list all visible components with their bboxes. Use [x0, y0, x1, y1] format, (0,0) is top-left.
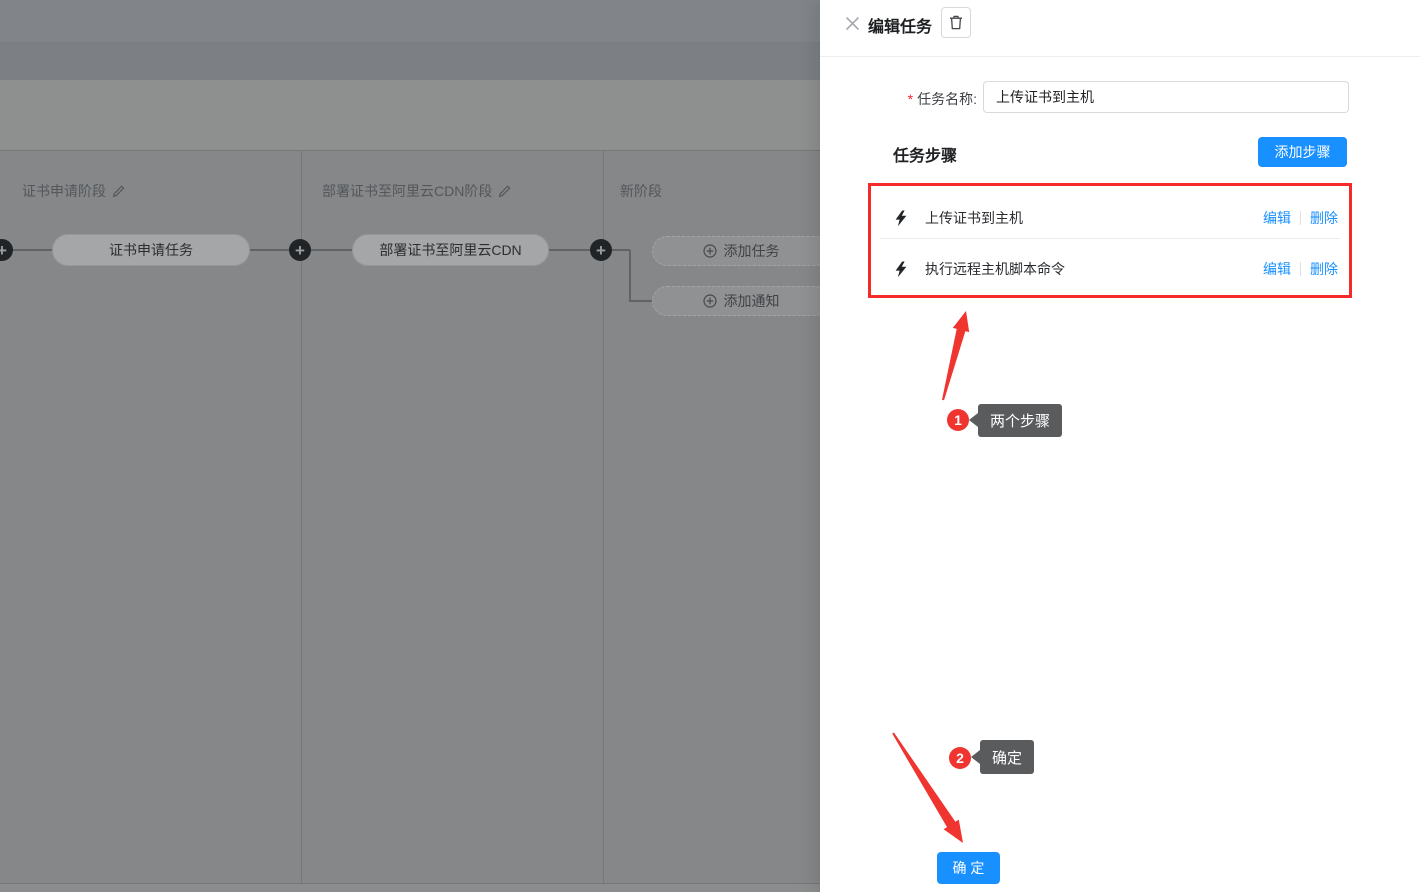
add-notification-button[interactable]: 添加通知	[652, 286, 820, 316]
add-stage-button[interactable]: +	[289, 239, 311, 261]
trash-icon	[948, 14, 964, 31]
sub-navbar	[0, 42, 820, 80]
task-name-label-text: 任务名称:	[917, 91, 977, 107]
circle-plus-icon	[703, 294, 717, 308]
annotation-badge-2: 2	[949, 747, 971, 769]
stage-divider	[603, 151, 604, 884]
stage-title-2: 部署证书至阿里云CDN阶段	[322, 181, 511, 201]
steps-section-heading: 任务步骤	[893, 142, 957, 166]
step-name: 执行远程主机脚本命令	[925, 259, 1263, 279]
step-divider	[880, 238, 1340, 239]
task-node-label: 部署证书至阿里云CDN	[379, 240, 521, 260]
stage-title-3-label: 新阶段	[620, 181, 662, 201]
top-navbar	[0, 0, 820, 42]
plus-icon: +	[0, 242, 7, 259]
step-name: 上传证书到主机	[925, 208, 1263, 228]
step-delete-link[interactable]: 删除	[1310, 259, 1338, 279]
required-mark: *	[908, 91, 913, 107]
stage-title-2-label: 部署证书至阿里云CDN阶段	[322, 181, 492, 201]
step-delete-link[interactable]: 删除	[1310, 208, 1338, 228]
app-root: 证书申请阶段 部署证书至阿里云CDN阶段 新阶段 证书申请任务 部署证书至阿里云…	[0, 0, 1420, 892]
annotation-badge-1: 1	[947, 409, 969, 431]
delete-task-button[interactable]	[941, 7, 971, 38]
close-icon[interactable]	[842, 13, 862, 33]
edit-task-drawer: 编辑任务 *任务名称: 任务步骤 添加步骤 上传证书到主机 编辑 删除	[820, 0, 1420, 892]
branch-connector-horizontal	[629, 300, 653, 302]
plus-icon: +	[596, 242, 606, 259]
stage-title-1-label: 证书申请阶段	[22, 181, 106, 201]
step-row[interactable]: 执行远程主机脚本命令 编辑 删除	[880, 250, 1340, 288]
add-stage-button[interactable]: +	[590, 239, 612, 261]
lightning-icon	[894, 261, 908, 278]
drawer-title: 编辑任务	[868, 13, 932, 37]
annotation-tooltip-steps: 两个步骤	[978, 404, 1062, 437]
stage-title-1: 证书申请阶段	[22, 181, 125, 201]
confirm-button[interactable]: 确 定	[937, 852, 1000, 884]
lightning-icon	[894, 210, 908, 227]
action-separator	[1300, 211, 1301, 225]
step-edit-link[interactable]: 编辑	[1263, 259, 1291, 279]
stage-title-3: 新阶段	[620, 181, 662, 201]
step-edit-link[interactable]: 编辑	[1263, 208, 1291, 228]
pipeline-toolbar	[0, 80, 820, 151]
task-name-input[interactable]	[983, 81, 1349, 113]
task-name-label: *任务名称:	[820, 89, 977, 109]
tooltip-tail	[971, 750, 980, 764]
add-task-button[interactable]: 添加任务	[652, 236, 820, 266]
plus-icon: +	[295, 242, 305, 259]
task-node-label: 证书申请任务	[109, 240, 193, 260]
circle-plus-icon	[703, 244, 717, 258]
add-step-button[interactable]: 添加步骤	[1258, 137, 1347, 167]
edit-pencil-icon[interactable]	[498, 185, 511, 198]
action-separator	[1300, 262, 1301, 276]
add-task-label: 添加任务	[724, 241, 780, 261]
add-notification-label: 添加通知	[724, 291, 780, 311]
step-row[interactable]: 上传证书到主机 编辑 删除	[880, 199, 1340, 237]
workflow-canvas: 证书申请阶段 部署证书至阿里云CDN阶段 新阶段 证书申请任务 部署证书至阿里云…	[0, 0, 820, 892]
task-node-deploy-cdn[interactable]: 部署证书至阿里云CDN	[352, 234, 549, 266]
edit-pencil-icon[interactable]	[112, 185, 125, 198]
branch-connector-vertical	[629, 250, 631, 301]
annotation-tooltip-confirm: 确定	[980, 740, 1034, 774]
task-node-cert-request[interactable]: 证书申请任务	[52, 234, 250, 266]
tooltip-tail	[969, 413, 978, 427]
